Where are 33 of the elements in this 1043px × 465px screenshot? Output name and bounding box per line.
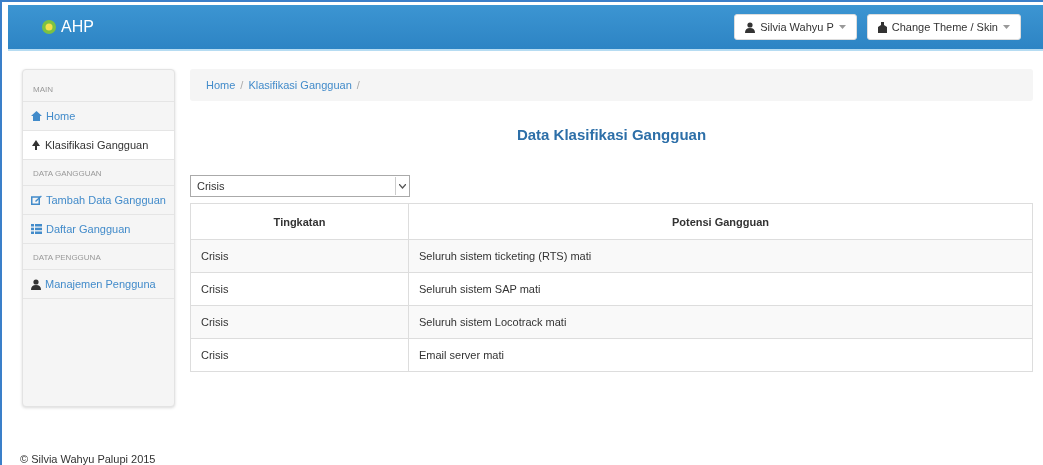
sidebar-item[interactable]: Klasifikasi Gangguan — [23, 131, 174, 160]
caret-icon — [1003, 25, 1010, 29]
theme-menu-button[interactable]: Change Theme / Skin — [866, 14, 1021, 40]
table-cell: Seluruh sistem Locotrack mati — [408, 305, 1033, 339]
sidebar-section-header: DATA GANGGUAN — [23, 160, 174, 186]
breadcrumb-link[interactable]: Home — [206, 79, 236, 91]
sidebar-section-header: DATA PENGGUNA — [23, 244, 174, 270]
sidebar-section-header: MAIN — [23, 76, 174, 102]
breadcrumb-separator: / — [356, 79, 360, 91]
user-menu-button[interactable]: Silvia Wahyu P — [734, 14, 857, 40]
table-cell: Crisis — [190, 239, 409, 273]
home-icon — [31, 111, 42, 121]
table-cell: Email server mati — [408, 338, 1033, 372]
table-cell: Crisis — [190, 338, 409, 372]
brand-logo[interactable]: AHP — [40, 18, 94, 36]
breadcrumb-separator: / — [240, 79, 244, 91]
sidebar-item[interactable]: Tambah Data Gangguan — [23, 186, 174, 215]
page-title: Data Klasifikasi Gangguan — [515, 126, 708, 143]
column-header: Tingkatan — [190, 203, 409, 240]
sidebar-item[interactable]: Daftar Gangguan — [23, 215, 174, 244]
sidebar-item[interactable]: Manajemen Pengguna — [23, 270, 174, 299]
list-icon — [31, 224, 42, 234]
table-cell: Seluruh sistem ticketing (RTS) mati — [408, 239, 1033, 273]
caret-icon — [838, 25, 846, 29]
footer-text: © Silvia Wahyu Palupi 2015 — [19, 452, 157, 465]
level-dropdown[interactable]: Crisis — [190, 175, 410, 197]
user-icon — [31, 279, 41, 290]
table-cell: Crisis — [190, 305, 409, 339]
breadcrumb-link[interactable]: Klasifikasi Gangguan — [248, 79, 352, 91]
edit-icon — [31, 195, 42, 205]
user-icon — [745, 21, 756, 33]
dropdown-arrow-icon — [395, 177, 408, 195]
column-header: Potensi Gangguan — [408, 203, 1033, 240]
